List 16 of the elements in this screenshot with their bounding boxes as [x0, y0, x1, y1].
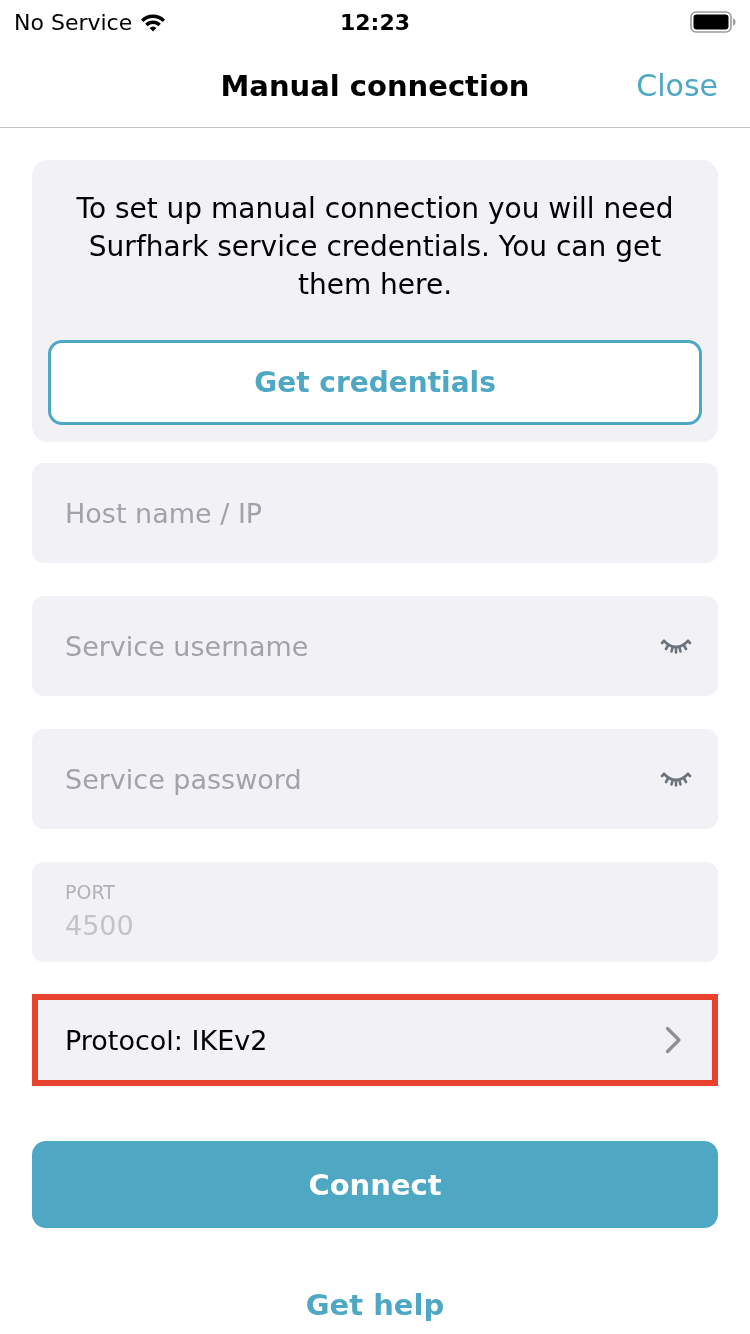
carrier-label: No Service — [14, 9, 133, 35]
wifi-icon — [140, 12, 167, 32]
get-credentials-button[interactable]: Get credentials — [48, 340, 702, 425]
close-button[interactable]: Close — [636, 68, 718, 103]
input-field[interactable]: Host name / IP — [32, 463, 718, 563]
input-field[interactable]: Service password — [32, 729, 718, 829]
battery-icon — [690, 11, 736, 33]
protocol-row[interactable]: Protocol: IKEv2 — [32, 994, 718, 1086]
help-link[interactable]: Get help — [305, 1288, 445, 1322]
info-text: To set up manual connection you will need Surfhark service credentials. You can get them here. — [75, 191, 675, 303]
status-time: 12:23 — [340, 9, 410, 35]
field-label: PORT — [65, 880, 115, 904]
input-field[interactable]: Service username — [32, 596, 718, 696]
connect-button[interactable]: Connect — [32, 1141, 718, 1228]
chevron-right-icon — [665, 1026, 682, 1054]
screen-title: Manual connection — [220, 68, 530, 103]
